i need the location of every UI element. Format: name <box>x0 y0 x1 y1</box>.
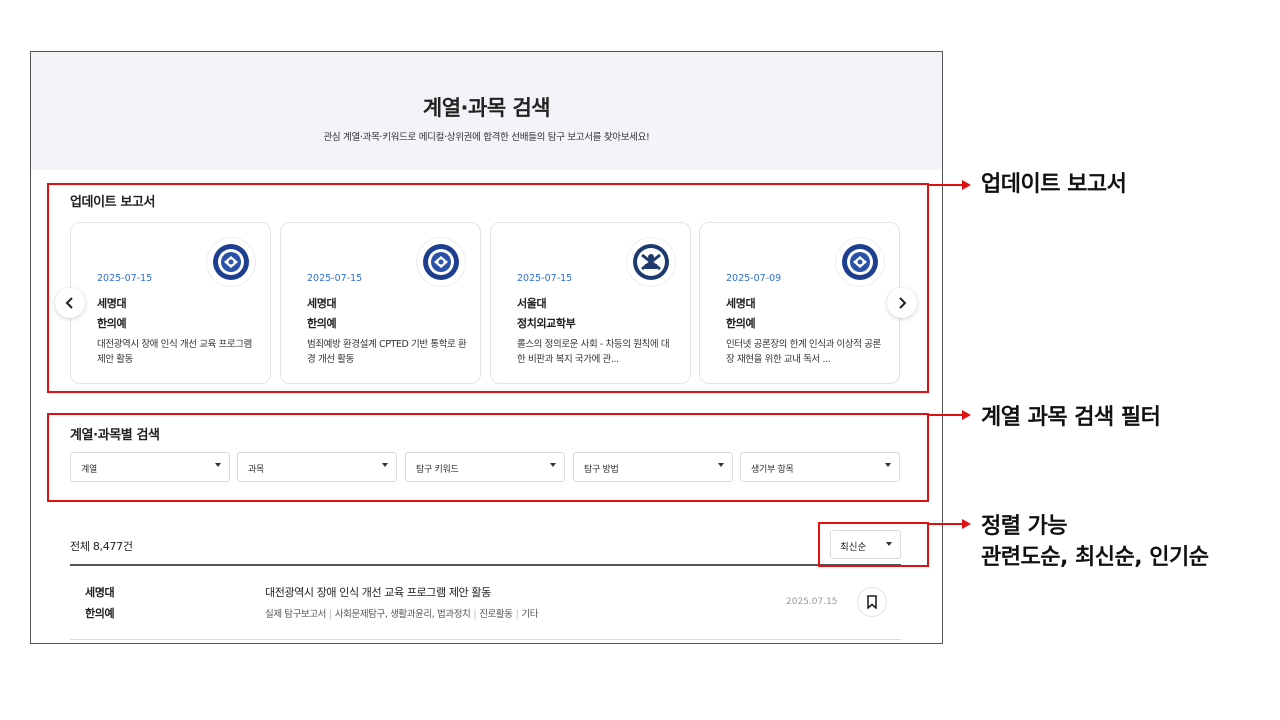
result-count: 전체 8,477건 <box>70 540 133 553</box>
list-divider <box>70 564 901 566</box>
annotation-line <box>929 523 962 525</box>
annotation-box-sort <box>818 522 929 567</box>
row-tag: 진로활동 <box>479 609 513 620</box>
bookmark-icon <box>867 595 877 609</box>
annotation-arrow-icon <box>962 410 971 420</box>
annotation-line <box>929 184 962 186</box>
row-title-link[interactable]: 대전광역시 장애 인식 개선 교육 프로그램 제안 활동 <box>265 584 491 600</box>
row-university: 세명대 <box>85 586 115 599</box>
row-tag: 사회문제탐구, 생활과윤리, 법과정치 <box>334 609 471 620</box>
annotation-line <box>929 414 962 416</box>
annotation-box-filters <box>47 413 929 502</box>
row-tags: 실제 탐구보고서 | 사회문제탐구, 생활과윤리, 법과정치 | 진로활동 | 기타 <box>265 609 539 620</box>
row-divider <box>70 639 901 640</box>
annotation-label-sort-options: 관련도순, 최신순, 인기순 <box>981 545 1209 570</box>
annotation-arrow-icon <box>962 180 971 190</box>
hero-banner: 계열·과목 검색 관심 계열·과목·키워드로 메디컬·상위권에 합격한 선배들의… <box>31 52 942 170</box>
page-subtitle: 관심 계열·과목·키워드로 메디컬·상위권에 합격한 선배들의 탐구 보고서를 … <box>323 132 650 143</box>
row-date: 2025.07.15 <box>786 597 838 607</box>
row-tag: 실제 탐구보고서 <box>265 609 326 620</box>
annotation-label-sort-title: 정렬 가능 <box>981 514 1068 539</box>
annotation-label-filters: 계열 과목 검색 필터 <box>981 405 1161 430</box>
annotation-label-updates: 업데이트 보고서 <box>981 172 1127 197</box>
page-title: 계열·과목 검색 <box>422 96 551 120</box>
row-department: 한의예 <box>85 607 115 620</box>
row-tag: 기타 <box>521 609 539 620</box>
annotation-arrow-icon <box>962 519 971 529</box>
annotation-box-updates <box>47 183 929 393</box>
bookmark-button[interactable] <box>857 587 887 617</box>
